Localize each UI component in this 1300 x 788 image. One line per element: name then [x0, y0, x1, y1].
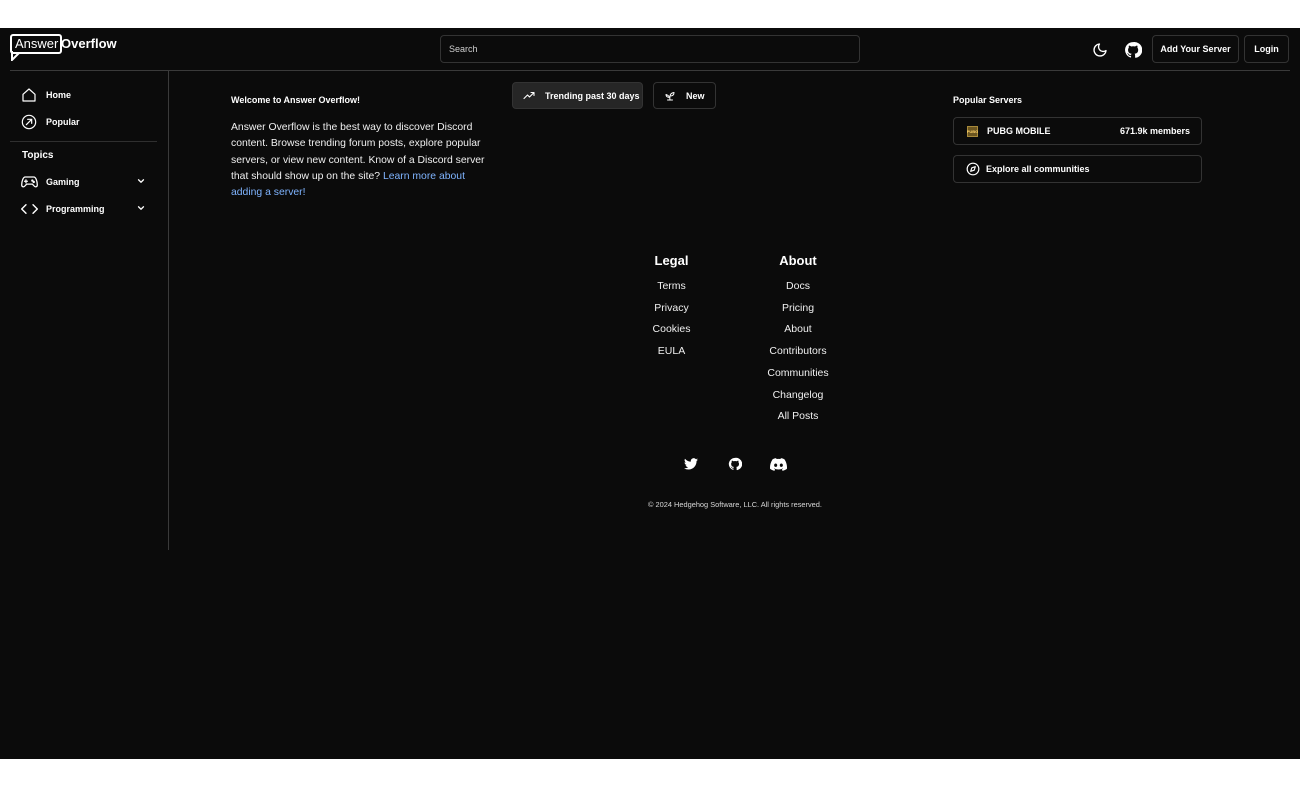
sidebar-item-gaming[interactable]: Gaming: [20, 172, 148, 192]
gamepad-icon: [20, 173, 38, 191]
popular-servers-panel: Popular Servers PUBG PUBG MOBILE 671.9k …: [953, 94, 1202, 183]
trending-up-icon: [523, 90, 535, 102]
sidebar-divider: [10, 141, 157, 142]
sidebar-item-label: Popular: [46, 117, 80, 127]
logo-bubble-tail: [11, 51, 20, 61]
chevron-down-icon[interactable]: [136, 203, 146, 215]
footer-link-contributors[interactable]: Contributors: [752, 341, 844, 363]
github-icon[interactable]: [1123, 40, 1143, 60]
github-icon[interactable]: [726, 456, 744, 472]
footer-link-all-posts[interactable]: All Posts: [752, 406, 844, 428]
top-navbar: Answer Overflow Add Your Server Login: [0, 28, 1300, 71]
sidebar-item-label: Home: [46, 90, 72, 100]
sidebar-item-label: Gaming: [46, 177, 80, 187]
welcome-panel: Welcome to Answer Overflow! Answer Overf…: [231, 94, 486, 201]
logo-word-answer: Answer: [15, 36, 59, 51]
footer-link-eula[interactable]: EULA: [634, 341, 709, 363]
footer-legal-column: Legal Terms Privacy Cookies EULA: [634, 252, 709, 363]
add-your-server-button[interactable]: Add Your Server: [1152, 35, 1239, 63]
chevron-down-icon[interactable]: [136, 176, 146, 188]
server-members: 671.9k members: [1119, 126, 1190, 136]
sidebar-item-label: Programming: [46, 204, 105, 214]
search-input[interactable]: [440, 35, 860, 63]
footer-link-terms[interactable]: Terms: [634, 276, 709, 298]
server-name: PUBG MOBILE: [987, 126, 1051, 136]
sidebar-item-home[interactable]: Home: [20, 85, 71, 105]
home-icon: [20, 86, 38, 104]
tab-new[interactable]: New: [653, 82, 716, 109]
header-divider: [10, 70, 1290, 71]
footer-link-cookies[interactable]: Cookies: [634, 319, 709, 341]
topics-heading: Topics: [22, 150, 54, 161]
sidebar-item-programming[interactable]: Programming: [20, 199, 148, 219]
explore-communities-button[interactable]: Explore all communities: [953, 155, 1202, 183]
footer-link-communities[interactable]: Communities: [752, 363, 844, 385]
welcome-body: Answer Overflow is the best way to disco…: [231, 120, 486, 201]
moon-icon[interactable]: [1090, 40, 1110, 60]
footer-link-pricing[interactable]: Pricing: [752, 298, 844, 320]
server-card[interactable]: PUBG PUBG MOBILE 671.9k members: [953, 117, 1202, 145]
code-icon: [20, 200, 38, 218]
twitter-icon[interactable]: [682, 456, 700, 472]
sidebar-item-popular[interactable]: Popular: [20, 112, 80, 132]
app-window: Answer Overflow Add Your Server Login H: [0, 28, 1300, 759]
sprout-icon: [664, 90, 676, 102]
welcome-title: Welcome to Answer Overflow!: [231, 95, 361, 105]
tab-label: Trending past 30 days: [545, 90, 640, 101]
copyright-text: © 2024 Hedgehog Software, LLC. All right…: [648, 500, 822, 509]
login-button[interactable]: Login: [1244, 35, 1289, 63]
tab-label: New: [686, 90, 705, 101]
server-avatar: PUBG: [967, 125, 978, 137]
compass-icon: [966, 162, 980, 176]
explore-label: Explore all communities: [986, 164, 1090, 174]
footer-link-docs[interactable]: Docs: [752, 276, 844, 298]
logo-word-overflow: Overflow: [61, 36, 117, 51]
popular-servers-heading: Popular Servers: [953, 95, 1023, 105]
footer-link-about[interactable]: About: [752, 319, 844, 341]
tab-trending[interactable]: Trending past 30 days: [512, 82, 643, 109]
discord-icon[interactable]: [769, 456, 787, 472]
legal-heading: Legal: [654, 253, 689, 268]
footer-link-privacy[interactable]: Privacy: [634, 298, 709, 320]
footer-about-column: About Docs Pricing About Contributors Co…: [752, 252, 844, 428]
footer-link-changelog[interactable]: Changelog: [752, 385, 844, 407]
about-heading: About: [779, 253, 817, 268]
sidebar: Home Popular Topics Gaming Programming: [0, 71, 169, 550]
trending-circle-icon: [20, 113, 38, 131]
